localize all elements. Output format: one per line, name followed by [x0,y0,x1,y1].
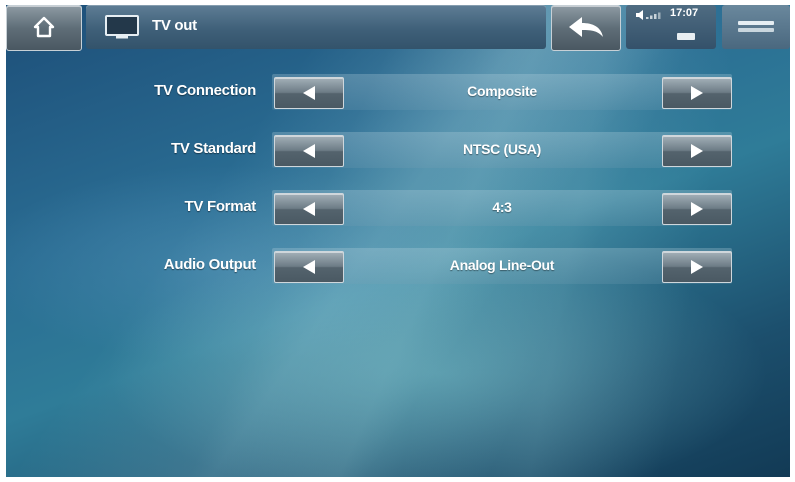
arrow-left-icon [303,144,315,158]
arrow-right-icon [691,144,703,158]
previous-option-button[interactable] [274,251,344,283]
arrow-right-icon [691,202,703,216]
next-option-button[interactable] [662,135,732,167]
next-option-button[interactable] [662,193,732,225]
setting-value: Analog Line-Out [449,257,555,273]
back-arrow-icon [569,17,603,37]
previous-option-button[interactable] [274,77,344,109]
clock: 17:07 [670,7,699,19]
back-button[interactable] [551,5,621,51]
setting-value: 4:3 [492,199,512,215]
setting-label: TV Connection [154,82,256,99]
setting-row-tv-connection: TV Connection Composite [6,74,790,110]
home-icon [33,16,55,38]
top-bar: TV out 17:07 [6,5,790,57]
setting-row-audio-output: Audio Output Analog Line-Out [6,248,790,284]
setting-value: Composite [467,83,537,99]
tv-icon [105,15,139,39]
setting-label: Audio Output [163,256,257,273]
title-bar: TV out [86,5,546,49]
setting-row-tv-format: TV Format 4:3 [6,190,790,226]
previous-option-button[interactable] [274,193,344,225]
arrow-left-icon [303,86,315,100]
setting-label: TV Standard [170,140,256,157]
setting-value: NTSC (USA) [463,141,541,157]
page-title: TV out [152,17,197,34]
setting-row-tv-standard: TV Standard NTSC (USA) [6,132,790,168]
home-button[interactable] [6,5,82,51]
volume-icon [636,10,661,20]
arrow-right-icon [691,86,703,100]
battery-icon [677,33,695,40]
screen: TV out 17:07 TV Connection Composite TV … [6,5,790,477]
status-area: 17:07 [626,5,716,49]
menu-button[interactable] [722,5,790,49]
arrow-left-icon [303,260,315,274]
setting-label: TV Format [184,198,257,215]
next-option-button[interactable] [662,251,732,283]
next-option-button[interactable] [662,77,732,109]
menu-icon [738,21,774,32]
previous-option-button[interactable] [274,135,344,167]
arrow-right-icon [691,260,703,274]
arrow-left-icon [303,202,315,216]
